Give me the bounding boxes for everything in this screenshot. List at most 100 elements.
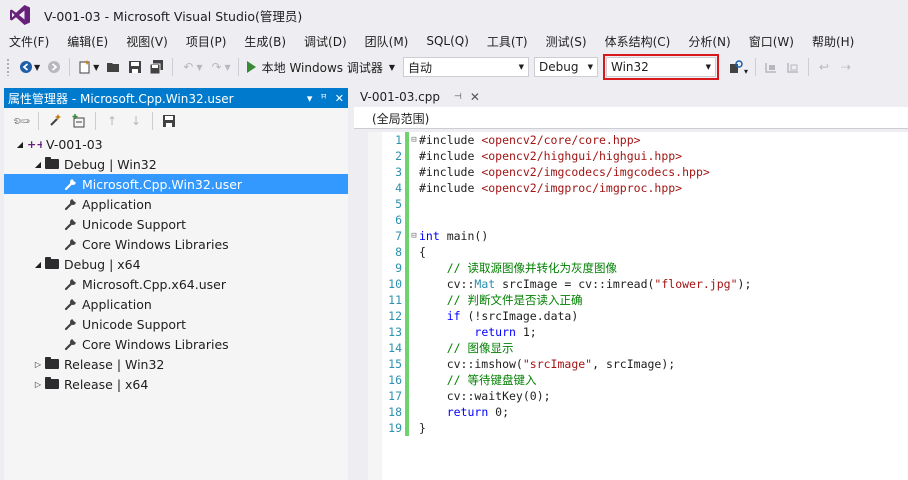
start-debugging-button[interactable]: 本地 Windows 调试器 [243, 57, 387, 77]
save-icon[interactable] [127, 59, 143, 75]
bookmark-icon[interactable]: ⇢ [838, 59, 854, 75]
code-line[interactable]: 5 [368, 196, 751, 212]
pin-icon[interactable]: ⊣ [454, 92, 462, 102]
code-line[interactable]: 18 return 0; [368, 404, 751, 420]
undo-icon[interactable]: ↶ [180, 59, 196, 75]
menu-item[interactable]: 体系结构(C) [596, 33, 680, 50]
tree-node[interactable]: Application [4, 294, 348, 314]
open-file-icon[interactable] [105, 59, 121, 75]
chevron-down-icon[interactable]: ▼ [389, 63, 395, 72]
menu-item[interactable]: 调试(D) [295, 33, 356, 50]
properties-wrench-icon[interactable]: 🔧︎ [12, 111, 33, 132]
tree-node[interactable]: ◢ ++ V-001-03 [4, 134, 348, 154]
menu-item[interactable]: 团队(M) [356, 33, 418, 50]
save-all-icon[interactable] [149, 59, 165, 75]
chevron-down-icon[interactable]: ▾ [744, 67, 748, 76]
scope-navigation-bar[interactable]: (全局范围) [354, 109, 908, 129]
code-token: 1; [515, 325, 537, 339]
menu-item[interactable]: 项目(P) [177, 33, 236, 50]
comment-out-icon[interactable] [763, 59, 779, 75]
chevron-down-icon[interactable]: ▼ [93, 63, 99, 72]
scope-label: (全局范围) [372, 112, 430, 126]
chevron-down-icon[interactable]: ▼ [196, 63, 202, 72]
expanded-arrow-icon[interactable]: ◢ [32, 160, 44, 169]
tree-node[interactable]: Application [4, 194, 348, 214]
document-tab[interactable]: V-001-03.cpp ⊣ ✕ [354, 86, 487, 107]
chevron-down-icon[interactable]: ▼ [34, 63, 40, 72]
redo-icon[interactable]: ↷ [208, 59, 224, 75]
code-line[interactable]: 11 // 判断文件是否读入正确 [368, 292, 751, 308]
add-new-property-sheet-icon[interactable] [47, 113, 63, 129]
tree-node[interactable]: Unicode Support [4, 214, 348, 234]
tree-node[interactable]: Unicode Support [4, 314, 348, 334]
tree-node[interactable]: Microsoft.Cpp.Win32.user [4, 174, 348, 194]
menu-item[interactable]: 窗口(W) [740, 33, 803, 50]
menu-item[interactable]: 工具(T) [478, 33, 537, 50]
chevron-down-icon[interactable]: ▾ [307, 92, 313, 105]
menu-item[interactable]: 编辑(E) [58, 33, 117, 50]
pin-icon[interactable]: ꟸ [320, 92, 326, 105]
tree-node[interactable]: ◢ Debug | Win32 [4, 154, 348, 174]
navigate-backward-icon[interactable]: ↩ [816, 59, 832, 75]
new-project-icon[interactable] [77, 59, 93, 75]
navigate-back-icon[interactable] [18, 59, 34, 75]
menu-item[interactable]: SQL(Q) [417, 34, 478, 48]
save-icon[interactable] [161, 113, 177, 129]
tree-node[interactable]: Microsoft.Cpp.x64.user [4, 274, 348, 294]
menu-item[interactable]: 视图(V) [117, 33, 177, 50]
platform-combo[interactable]: Win32 ▼ [602, 54, 719, 80]
code-line[interactable]: 4 #include <opencv2/imgproc/imgproc.hpp> [368, 180, 751, 196]
menu-item[interactable]: 生成(B) [235, 33, 295, 50]
code-line[interactable]: 6 [368, 212, 751, 228]
code-line[interactable]: 1 ⊟ #include <opencv2/core/core.hpp> [368, 132, 751, 148]
tree-node[interactable]: Core Windows Libraries [4, 334, 348, 354]
move-up-icon[interactable]: ↑ [104, 113, 120, 129]
menu-item[interactable]: 文件(F) [0, 33, 58, 50]
collapsed-arrow-icon[interactable]: ▷ [32, 380, 44, 389]
code-line[interactable]: 13 return 1; [368, 324, 751, 340]
uncomment-icon[interactable] [785, 59, 801, 75]
code-line[interactable]: 16 // 等待键盘键入 [368, 372, 751, 388]
code-token: #include [419, 181, 482, 195]
toolbar-grip[interactable] [6, 58, 10, 76]
code-line[interactable]: 3 #include <opencv2/imgcodecs/imgcodecs.h… [368, 164, 751, 180]
close-icon[interactable]: ✕ [335, 92, 344, 105]
code-line[interactable]: 2 #include <opencv2/highgui/highgui.hpp> [368, 148, 751, 164]
start-debugging-label: 本地 Windows 调试器 [261, 60, 383, 75]
collapse-region-icon[interactable]: ⊟ [409, 135, 419, 145]
configuration-combo[interactable]: Debug ▼ [533, 57, 598, 77]
expanded-arrow-icon[interactable]: ◢ [14, 140, 26, 149]
tree-node[interactable]: ▷ Release | Win32 [4, 354, 348, 374]
code-line[interactable]: 15 cv::imshow("srcImage", srcImage); [368, 356, 751, 372]
tree-node[interactable]: Core Windows Libraries [4, 234, 348, 254]
change-indicator-bar [405, 196, 409, 212]
code-area[interactable]: 1 ⊟ #include <opencv2/core/core.hpp> 2 #incl… [368, 132, 908, 480]
code-line[interactable]: 8{ [368, 244, 751, 260]
expanded-arrow-icon[interactable]: ◢ [32, 260, 44, 269]
menu-item[interactable]: 测试(S) [537, 33, 596, 50]
code-line[interactable]: 10 cv::Mat srcImage = cv::imread("flower… [368, 276, 751, 292]
title-bar: V-001-03 - Microsoft Visual Studio(管理员) [0, 0, 908, 30]
code-line[interactable]: 17 cv::waitKey(0); [368, 388, 751, 404]
code-line[interactable]: 9 // 读取源图像并转化为灰度图像 [368, 260, 751, 276]
code-token: "flower.jpg" [654, 277, 738, 291]
menu-item[interactable]: 帮助(H) [803, 33, 863, 50]
find-in-files-icon[interactable] [728, 59, 744, 75]
close-icon[interactable]: ✕ [470, 90, 480, 104]
add-existing-property-sheet-icon[interactable] [71, 113, 87, 129]
code-line[interactable]: 7 ⊟ int main() [368, 228, 751, 244]
code-line[interactable]: 14 // 图像显示 [368, 340, 751, 356]
code-line[interactable]: 12 if (!srcImage.data) [368, 308, 751, 324]
code-line[interactable]: 19} [368, 420, 751, 436]
chevron-down-icon[interactable]: ▼ [224, 63, 230, 72]
wrench-icon [62, 317, 78, 331]
tree-node[interactable]: ◢ Debug | x64 [4, 254, 348, 274]
move-down-icon[interactable]: ↓ [128, 113, 144, 129]
collapse-region-icon[interactable]: ⊟ [409, 231, 419, 241]
tree-node[interactable]: ▷ Release | x64 [4, 374, 348, 394]
navigate-forward-icon[interactable] [46, 59, 62, 75]
solution-config-combo[interactable]: 自动 ▼ [402, 57, 529, 77]
collapsed-arrow-icon[interactable]: ▷ [32, 360, 44, 369]
menu-item[interactable]: 分析(N) [679, 33, 739, 50]
wrench-icon [62, 217, 78, 231]
